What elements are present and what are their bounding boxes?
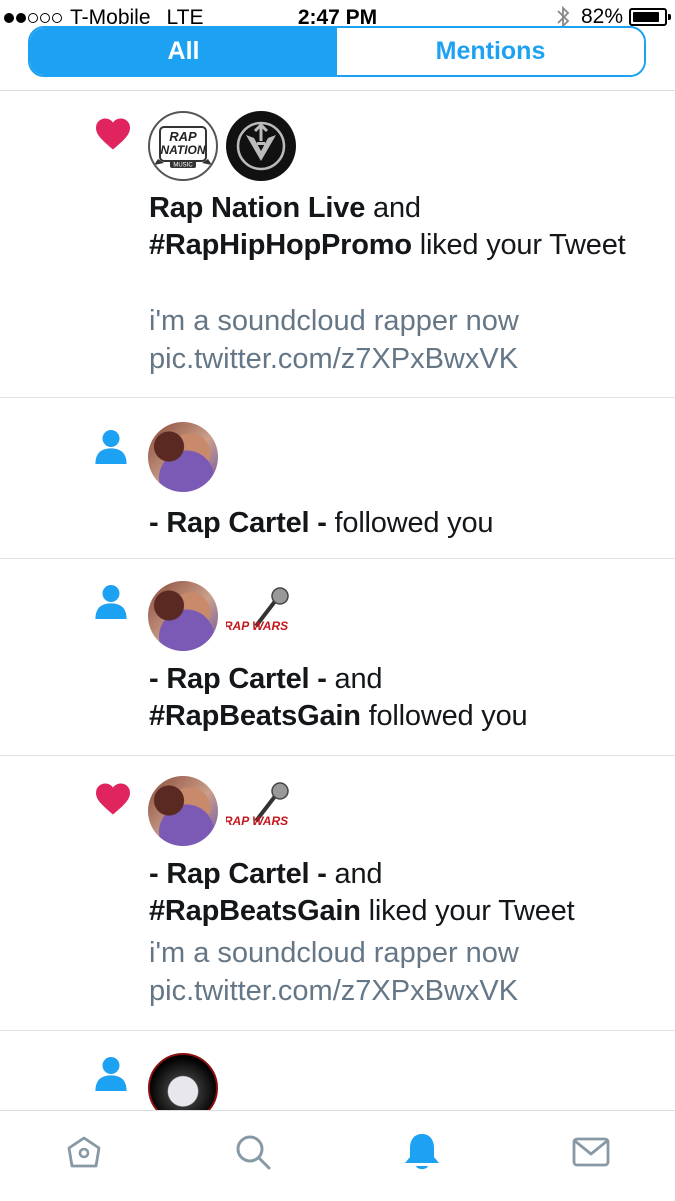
tab-all[interactable]: All	[30, 28, 337, 75]
rap-cartel-avatar[interactable]	[148, 776, 218, 846]
rap-cartel-avatar[interactable]	[148, 581, 218, 651]
vegeta-emblem-avatar[interactable]	[226, 111, 296, 181]
heart-icon	[96, 118, 130, 150]
avatar-group: RAP NATION MUSIC	[148, 111, 304, 181]
notification-text: - Rap Cartel - and #RapBeatsGain liked y…	[149, 858, 575, 927]
rap-wars-avatar[interactable]: RAP WARS	[226, 586, 298, 646]
actor-name[interactable]: Rap Nation Live	[149, 192, 365, 224]
person-icon	[95, 1057, 127, 1091]
actor-name[interactable]: - Rap Cartel -	[149, 507, 327, 539]
svg-text:RAP: RAP	[169, 129, 197, 144]
actor-name[interactable]: #RapBeatsGain	[149, 895, 361, 927]
tab-messages[interactable]	[506, 1111, 675, 1201]
avatar-group: RAP WARS	[148, 581, 306, 651]
notification-item[interactable]: - Rap Cartel - followed you	[0, 398, 675, 559]
notification-text: - Rap Cartel - followed you	[149, 507, 494, 539]
svg-text:RAP WARS: RAP WARS	[226, 814, 288, 828]
tweet-preview[interactable]: i'm a soundcloud rapper now pic.twitter.…	[149, 934, 655, 1010]
tweet-preview[interactable]: i'm a soundcloud rapper now pic.twitter.…	[149, 302, 655, 378]
actor-name[interactable]: #RapHipHopPromo	[149, 229, 412, 261]
notifications-feed: RAP NATION MUSIC Rap Nation Live and #Ra…	[0, 91, 675, 1151]
actor-name[interactable]: - Rap Cartel -	[149, 858, 327, 890]
tab-notifications[interactable]	[338, 1111, 507, 1201]
notifications-filter-segmented-control: All Mentions	[28, 26, 646, 77]
search-icon	[236, 1135, 271, 1170]
rap-wars-avatar[interactable]: RAP WARS	[226, 781, 298, 841]
home-icon	[67, 1136, 101, 1168]
battery-icon	[629, 8, 671, 26]
rap-wars-logo: RAP WARS	[226, 782, 289, 828]
svg-text:RAP WARS: RAP WARS	[226, 619, 288, 633]
actor-name[interactable]: - Rap Cartel -	[149, 663, 327, 695]
rap-wars-logo: RAP WARS	[226, 587, 289, 633]
person-icon	[95, 430, 127, 464]
notification-item[interactable]: RAP WARS - Rap Cartel - and #RapBeatsGai…	[0, 756, 675, 1031]
heart-icon	[96, 783, 130, 815]
svg-text:MUSIC: MUSIC	[173, 163, 193, 169]
tab-search[interactable]	[169, 1111, 338, 1201]
tweet-link[interactable]: pic.twitter.com/z7XPxBwxVK	[149, 972, 655, 1010]
svg-text:NATION: NATION	[160, 143, 205, 157]
tab-mentions[interactable]: Mentions	[337, 28, 644, 75]
rap-nation-logo: RAP NATION MUSIC	[154, 126, 212, 169]
tweet-link[interactable]: pic.twitter.com/z7XPxBwxVK	[149, 340, 655, 378]
rap-cartel-avatar[interactable]	[148, 422, 218, 492]
notification-text: - Rap Cartel - and #RapBeatsGain followe…	[149, 663, 528, 732]
emblem-logo	[236, 121, 286, 171]
messages-envelope-icon	[572, 1137, 610, 1167]
notification-item[interactable]: RAP NATION MUSIC Rap Nation Live and #Ra…	[0, 91, 675, 398]
actor-name[interactable]: #RapBeatsGain	[149, 700, 361, 732]
tab-home[interactable]	[0, 1111, 169, 1201]
notification-text: Rap Nation Live and #RapHipHopPromo like…	[149, 192, 626, 261]
avatar-group	[148, 422, 226, 492]
avatar-group: RAP WARS	[148, 776, 306, 846]
rap-nation-avatar[interactable]: RAP NATION MUSIC	[148, 111, 218, 181]
notifications-bell-icon	[404, 1134, 439, 1169]
notification-item[interactable]: RAP WARS - Rap Cartel - and #RapBeatsGai…	[0, 559, 675, 756]
person-icon	[95, 585, 127, 619]
bottom-tab-bar	[0, 1110, 675, 1201]
